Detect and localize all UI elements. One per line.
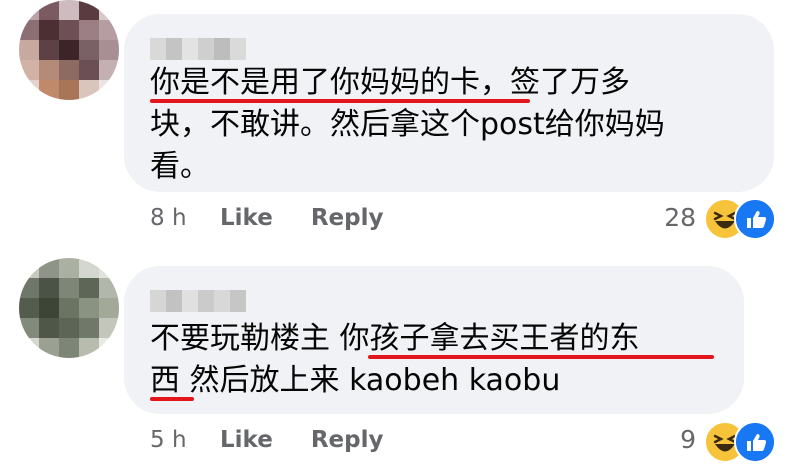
- reply-button[interactable]: Reply: [311, 427, 384, 453]
- comment-text: 不要玩勒楼主 你孩子拿去买王者的东 西 然后放上来 kaobeh kaobu: [150, 318, 640, 402]
- reaction-count[interactable]: 28: [640, 203, 696, 232]
- reaction-count[interactable]: 9: [640, 425, 696, 454]
- author-name-redacted[interactable]: [150, 38, 246, 60]
- like-button[interactable]: Like: [220, 427, 273, 453]
- red-underline: [368, 355, 714, 359]
- timestamp[interactable]: 5 h: [150, 427, 220, 453]
- comment-line: 块，不敢讲。然后拿这个post给你妈妈: [150, 107, 665, 142]
- red-underline: [150, 397, 194, 401]
- comment-actions: 5 h Like Reply: [150, 427, 421, 453]
- like-icon: [734, 421, 776, 463]
- avatar[interactable]: [19, 258, 119, 358]
- author-name-redacted[interactable]: [150, 290, 246, 312]
- comment-actions: 8 h Like Reply: [150, 205, 421, 231]
- comment-text: 你是不是用了你妈妈的卡，签了万多 块，不敢讲。然后拿这个post给你妈妈 看。: [150, 62, 665, 188]
- avatar[interactable]: [19, 0, 119, 100]
- like-icon: [734, 198, 776, 240]
- red-underline: [150, 99, 530, 103]
- reaction-icons[interactable]: [704, 421, 784, 463]
- comment-line: 你是不是用了你妈妈的卡，签了万多: [150, 65, 630, 100]
- comment-line: 看。: [150, 149, 210, 184]
- reaction-icons[interactable]: [704, 198, 784, 240]
- like-button[interactable]: Like: [220, 205, 273, 231]
- comment-line: 不要玩勒楼主 你孩子拿去买王者的东: [150, 321, 640, 356]
- comment-line: 西 然后放上来 kaobeh kaobu: [150, 363, 561, 398]
- timestamp[interactable]: 8 h: [150, 205, 220, 231]
- reply-button[interactable]: Reply: [311, 205, 384, 231]
